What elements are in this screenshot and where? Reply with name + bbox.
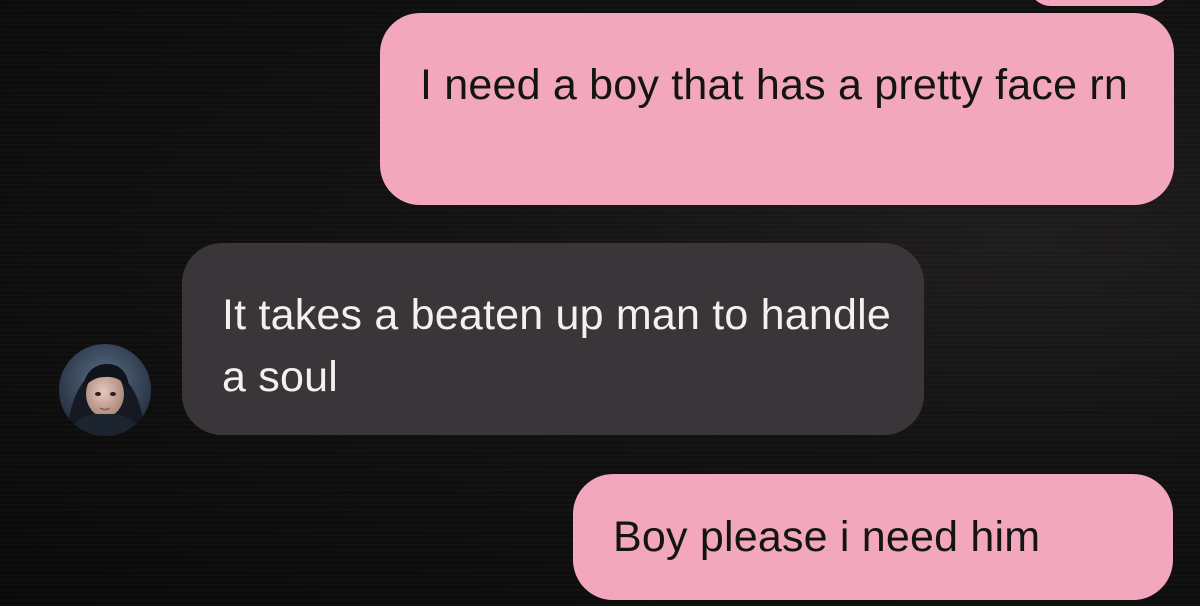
received-message-bubble[interactable]: It takes a beaten up man to handle a sou…	[182, 243, 924, 435]
sent-message-bubble[interactable]: I need a boy that has a pretty face rn	[380, 13, 1174, 205]
message-text: I need a boy that has a pretty face rn	[420, 61, 1128, 109]
avatar-photo-icon	[59, 344, 151, 436]
sent-message-bubble[interactable]: Boy please i need him	[573, 474, 1173, 600]
message-text: Boy please i need him	[613, 513, 1041, 561]
previous-message-bubble[interactable]	[1028, 0, 1172, 6]
message-text: It takes a beaten up man to handle a sou…	[222, 291, 891, 401]
contact-avatar[interactable]	[59, 344, 151, 436]
